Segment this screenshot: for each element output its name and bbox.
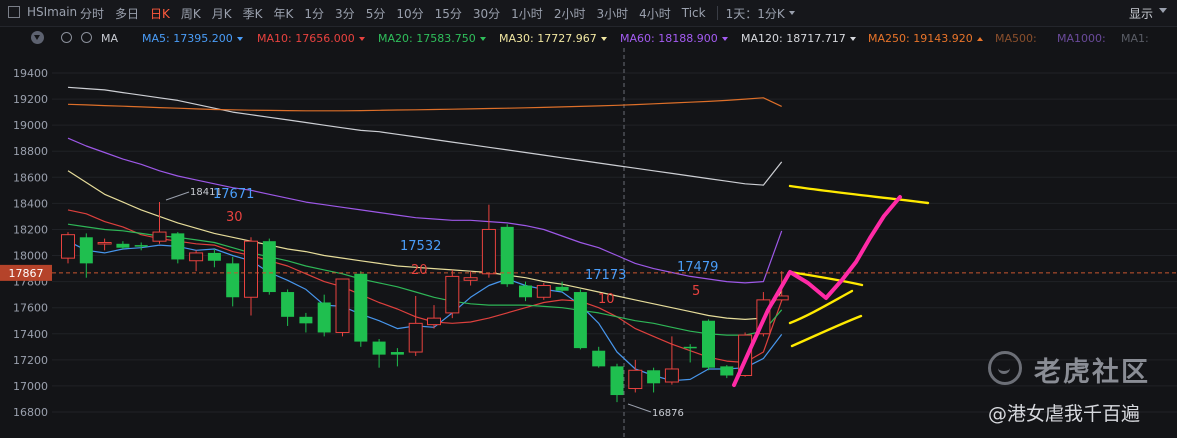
projection-path bbox=[732, 195, 902, 387]
annotation-label: 20 bbox=[411, 263, 428, 278]
candle-body bbox=[116, 243, 130, 248]
candle-body bbox=[134, 245, 148, 247]
projection-line bbox=[790, 314, 863, 348]
candle-body bbox=[720, 366, 734, 376]
candle-body bbox=[354, 273, 368, 342]
candle-body bbox=[610, 366, 624, 396]
candle-body bbox=[628, 369, 643, 390]
y-tick-label: 18600 bbox=[13, 171, 48, 184]
annotation-label: 30 bbox=[226, 210, 243, 225]
y-tick-label: 19200 bbox=[13, 93, 48, 106]
candle-body bbox=[536, 285, 551, 298]
y-tick-label: 19000 bbox=[13, 119, 48, 132]
candle-body bbox=[97, 242, 112, 245]
candle-body bbox=[555, 286, 569, 291]
series-line-ma60 bbox=[67, 137, 783, 284]
candle-body bbox=[372, 341, 386, 355]
y-tick-label: 17200 bbox=[13, 354, 48, 367]
candle-body bbox=[463, 277, 478, 281]
candle-body bbox=[664, 368, 679, 383]
y-tick-label: 18400 bbox=[13, 197, 48, 210]
candle-body bbox=[299, 316, 313, 324]
annotation-pointer bbox=[165, 191, 190, 201]
candle-body bbox=[189, 252, 204, 262]
y-tick-label: 18200 bbox=[13, 223, 48, 236]
projection-line bbox=[788, 184, 930, 205]
candle-body bbox=[317, 302, 331, 333]
candle-body bbox=[592, 350, 606, 367]
candle-body bbox=[207, 252, 221, 261]
candle-body bbox=[445, 275, 460, 314]
candle-body bbox=[281, 292, 295, 317]
annotation-label: 17532 bbox=[400, 239, 441, 254]
candle-body bbox=[244, 240, 258, 298]
watermark-brand: 老虎社区 bbox=[1034, 357, 1150, 388]
candle-body bbox=[171, 233, 185, 260]
candle-body bbox=[79, 237, 93, 264]
candle-body bbox=[481, 228, 496, 275]
y-tick-label: 16800 bbox=[13, 406, 48, 419]
candle-body bbox=[408, 322, 423, 353]
candle-body bbox=[427, 317, 441, 326]
watermark-user: @港女虐我千百遍 bbox=[988, 403, 1141, 425]
annotation-label: 17671 bbox=[213, 187, 254, 202]
y-tick-label: 18800 bbox=[13, 145, 48, 158]
candle-body bbox=[152, 231, 167, 242]
annotation-label: 17479 bbox=[677, 260, 718, 275]
candle-body bbox=[500, 226, 514, 285]
candle-body bbox=[702, 320, 715, 368]
annotation-pointer bbox=[627, 403, 652, 413]
y-tick-label: 17000 bbox=[13, 380, 48, 393]
series-line-ma10 bbox=[67, 209, 783, 364]
current-price-label: 17867 bbox=[9, 267, 44, 280]
candle-body bbox=[573, 292, 587, 349]
y-tick-label: 18000 bbox=[13, 250, 48, 263]
candle-body bbox=[226, 263, 240, 298]
candle-body bbox=[647, 370, 661, 384]
annotation-label: 17173 bbox=[585, 268, 626, 283]
tiger-logo-icon bbox=[988, 351, 1022, 385]
y-tick-label: 17400 bbox=[13, 328, 48, 341]
y-tick-label: 17600 bbox=[13, 302, 48, 315]
candle-body bbox=[61, 234, 75, 259]
candle-body bbox=[683, 346, 697, 349]
candle-body bbox=[335, 278, 350, 333]
candle-body bbox=[262, 241, 276, 293]
candle-body bbox=[390, 352, 404, 355]
annotation-label: 10 bbox=[598, 292, 615, 307]
y-tick-label: 19400 bbox=[13, 67, 48, 80]
series-line-ma120 bbox=[67, 86, 783, 186]
annotation-label: 5 bbox=[692, 284, 700, 299]
candle-body bbox=[519, 285, 532, 298]
annotation-label: 16876 bbox=[652, 408, 684, 419]
